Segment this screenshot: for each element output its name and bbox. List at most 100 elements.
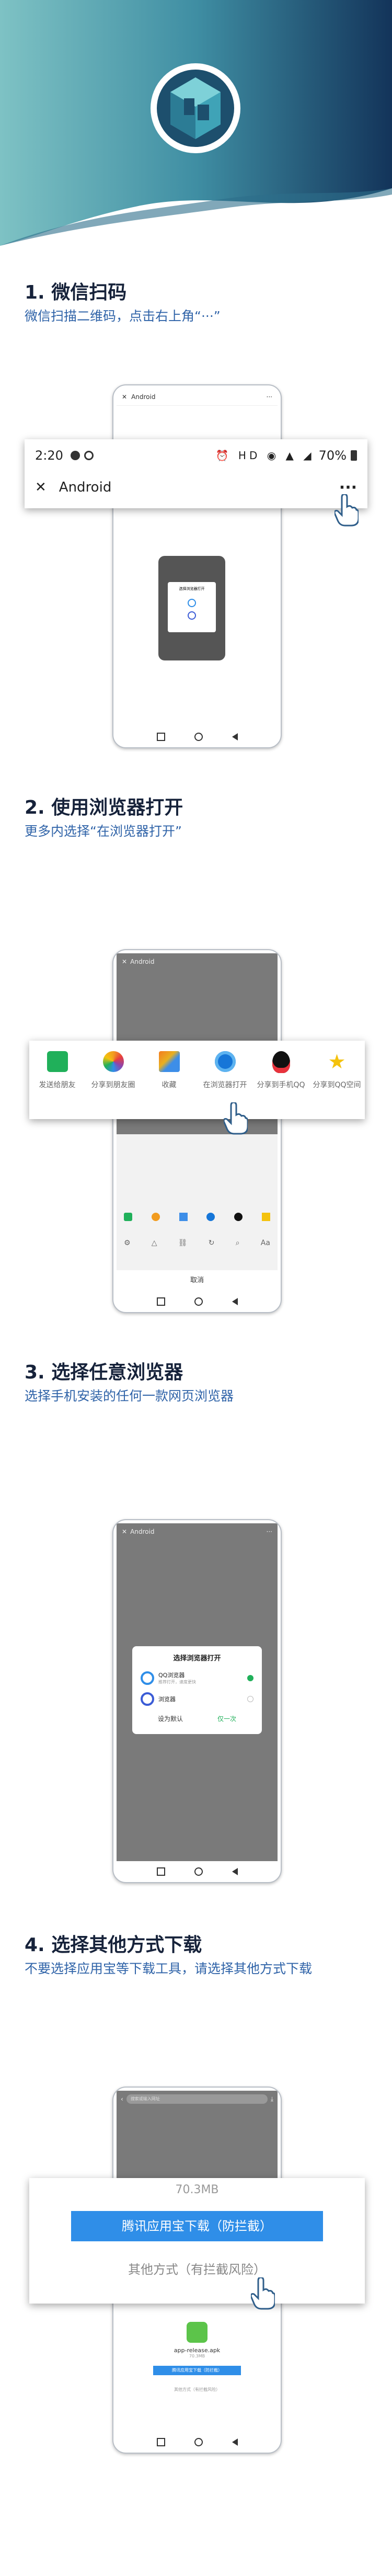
browser-desc: 推荐打开，速度更快 <box>158 1680 196 1684</box>
nav-bar <box>113 1291 281 1312</box>
share-item-send[interactable]: 发送给朋友 <box>32 1051 83 1090</box>
share-label: 收藏 <box>162 1081 177 1089</box>
qzone-icon[interactable] <box>261 1213 270 1221</box>
search-icon[interactable]: ⌕ <box>236 1239 240 1247</box>
share-row-mini <box>124 1213 270 1221</box>
share-item-moments[interactable]: 分享到朋友圈 <box>88 1051 139 1090</box>
apk-size: 70.3MB <box>189 2354 205 2358</box>
settings-icon[interactable]: ⚙ <box>124 1239 131 1247</box>
send-icon[interactable] <box>124 1213 132 1221</box>
step3-title: 3. 选择任意浏览器 <box>25 1362 183 1383</box>
font-icon[interactable]: Aa <box>261 1239 270 1247</box>
close-icon[interactable]: ✕ <box>122 1528 127 1535</box>
download-icon[interactable]: ⤓ <box>271 2095 273 2103</box>
mini-header-title: Android <box>130 958 155 965</box>
more-icon[interactable]: ··· <box>267 1528 272 1535</box>
recent-apps-icon[interactable] <box>156 1297 165 1306</box>
browser-name: 浏览器 <box>158 1696 176 1703</box>
qq-browser-icon <box>141 1671 154 1685</box>
radio-empty-icon[interactable] <box>247 1696 253 1702</box>
cancel-button[interactable]: 取消 <box>117 1270 278 1291</box>
step2-title: 2. 使用浏览器打开 <box>25 797 183 818</box>
nav-bar <box>113 726 281 747</box>
close-icon[interactable]: ✕ <box>122 393 127 401</box>
back-icon[interactable] <box>232 733 238 740</box>
back-icon[interactable] <box>232 2438 238 2446</box>
home-icon[interactable] <box>194 1867 203 1876</box>
back-icon[interactable] <box>232 1868 238 1875</box>
header-title: Android <box>59 480 112 495</box>
share-item-qq[interactable]: 分享到手机QQ <box>256 1051 306 1090</box>
browser-header: ✕ Android ··· <box>25 472 367 503</box>
only-once-button[interactable]: 仅一次 <box>217 1714 236 1723</box>
other-method-download-button[interactable]: 其他方式（有拦截风险） <box>29 2259 365 2277</box>
radio-selected-icon[interactable] <box>247 1674 253 1681</box>
download-size: 70.3MB <box>175 2183 219 2196</box>
qq-icon <box>272 1051 290 1073</box>
nav-bar <box>113 2432 281 2453</box>
browser-icon <box>141 1692 154 1706</box>
pointer-hand-icon <box>224 1102 248 1135</box>
hero-banner <box>0 0 392 246</box>
send-icon <box>47 1051 68 1072</box>
share-item-favorite[interactable]: 收藏 <box>144 1051 194 1090</box>
refresh-icon[interactable]: ↻ <box>209 1239 215 1247</box>
mini-primary-download-button[interactable]: 腾讯应用宝下载（防拦截） <box>153 2366 241 2375</box>
download-popout: 70.3MB 腾讯应用宝下载（防拦截） 其他方式（有拦截风险） <box>29 2178 365 2304</box>
link-icon[interactable]: ⛓ <box>178 1239 188 1247</box>
moments-icon <box>102 1051 124 1072</box>
share-item-qzone[interactable]: ★ 分享到QQ空间 <box>312 1051 362 1090</box>
recent-apps-icon[interactable] <box>156 1867 165 1876</box>
mini-header-title: Android <box>131 393 156 401</box>
share-label: 分享到QQ空间 <box>313 1081 361 1089</box>
share-label: 发送给朋友 <box>39 1081 76 1089</box>
close-icon[interactable]: ✕ <box>35 480 47 495</box>
browser-icon[interactable] <box>206 1213 215 1221</box>
share-sheet: ⚙ △ ⛓ ↻ ⌕ Aa 取消 <box>117 1134 278 1291</box>
dialog-title: 选择浏览器打开 <box>173 1655 221 1662</box>
browser-icon <box>214 1051 236 1072</box>
home-icon[interactable] <box>194 733 203 741</box>
qq-icon[interactable] <box>234 1213 243 1221</box>
home-icon[interactable] <box>194 2438 203 2446</box>
back-icon[interactable]: ‹ <box>121 2095 123 2103</box>
share-item-open-browser[interactable]: 在浏览器打开 <box>200 1051 250 1090</box>
share-popout: 发送给朋友 分享到朋友圈 收藏 在浏览器打开 分享到手机QQ ★ 分享到QQ空间 <box>29 1041 365 1119</box>
share-label: 分享到朋友圈 <box>91 1081 135 1089</box>
browser-option-default[interactable]: 浏览器 <box>141 1692 253 1706</box>
dialog-actions: 设为默认 仅一次 <box>141 1714 253 1723</box>
apk-icon <box>187 2322 207 2343</box>
cube-icon[interactable] <box>179 1213 188 1221</box>
step2-screen: ✕ Android ⚙ △ ⛓ ↻ ⌕ Aa 取消 <box>117 953 278 1291</box>
warning-icon[interactable]: △ <box>152 1239 157 1247</box>
qq-notify-icon <box>84 451 94 460</box>
hero-background <box>0 0 392 246</box>
cube-icon <box>158 1051 180 1072</box>
step1-title: 1. 微信扫码 <box>25 282 127 303</box>
mini-secondary-download-button[interactable]: 其他方式（有拦截风险） <box>117 2387 278 2392</box>
moments-icon[interactable] <box>151 1213 160 1221</box>
recent-apps-icon[interactable] <box>156 2438 165 2446</box>
recent-apps-icon[interactable] <box>156 733 165 741</box>
close-icon[interactable]: ✕ <box>122 958 127 965</box>
browser-chooser-dialog: 选择浏览器打开 QQ浏览器 推荐打开，速度更快 浏览器 设为默认 仅一次 <box>132 1646 262 1734</box>
nav-bar <box>113 1861 281 1882</box>
search-input[interactable]: 搜索或输入网址 <box>126 2094 268 2104</box>
primary-download-button[interactable]: 腾讯应用宝下载（防拦截） <box>71 2211 323 2241</box>
more-icon[interactable]: ··· <box>267 393 272 401</box>
step1-header-popout: 2:20 ⏰ HD ◉ ▲ ◢ 70% ✕ Android ··· <box>25 439 367 508</box>
battery-level: 70% <box>318 448 347 463</box>
browser-icon <box>188 611 196 620</box>
step4-mini-header: ‹ 搜索或输入网址 ⤓ <box>117 2091 278 2107</box>
status-icons: ⏰ HD ◉ ▲ ◢ <box>215 449 315 462</box>
step1-subtitle: 微信扫描二维码，点击右上角“···” <box>25 309 221 324</box>
browser-option-qq[interactable]: QQ浏览器 推荐打开，速度更快 <box>141 1671 253 1685</box>
step4-title: 4. 选择其他方式下载 <box>25 1934 202 1956</box>
qzone-icon: ★ <box>328 1050 346 1073</box>
back-icon[interactable] <box>232 1298 238 1305</box>
set-default-button[interactable]: 设为默认 <box>158 1714 183 1723</box>
browser-name: QQ浏览器 <box>158 1672 185 1679</box>
step1-mini-header: ✕ Android ··· <box>117 389 278 406</box>
cube-logo-icon <box>151 63 240 153</box>
home-icon[interactable] <box>194 1297 203 1306</box>
